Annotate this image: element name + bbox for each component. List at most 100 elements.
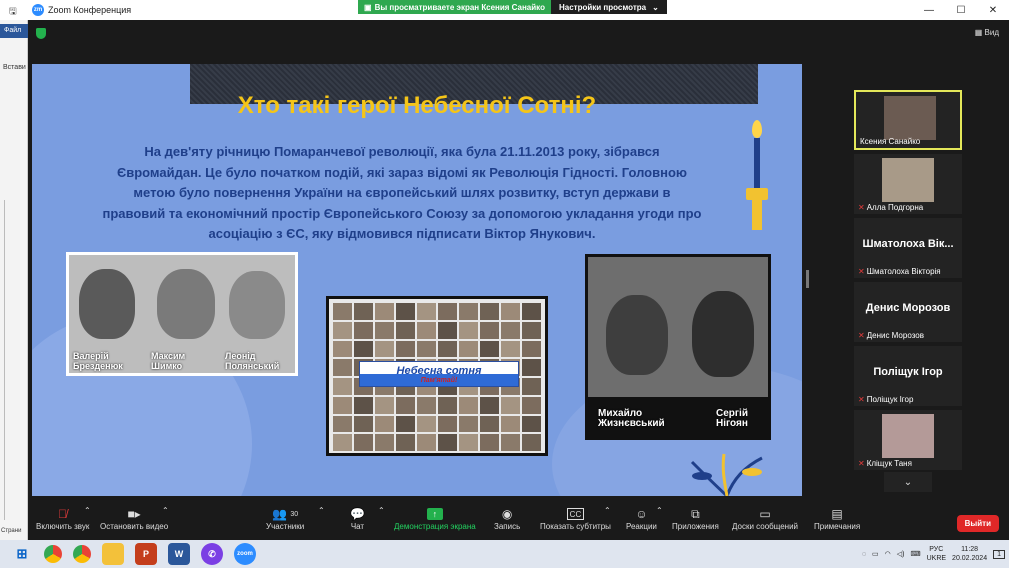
participant-tile[interactable]: Ксения Санайко [854, 90, 962, 150]
minimize-button[interactable]: — [913, 0, 945, 20]
collage-thumbnail [354, 303, 373, 320]
maximize-button[interactable]: ☐ [945, 0, 977, 20]
stop-video-button[interactable]: ■▸ Остановить видео [100, 506, 168, 531]
wifi-icon[interactable]: ◠ [885, 550, 891, 558]
powerpoint-icon[interactable]: P [135, 543, 157, 565]
candle-illustration [744, 120, 770, 230]
leave-button[interactable]: Выйти [956, 515, 999, 532]
collage-thumbnail [354, 434, 373, 451]
slide-paragraph: На дев'яту річницю Помаранчевої революці… [102, 144, 702, 241]
participant-tile[interactable]: Поліщук Ігор ✕ Поліщук Ігор [854, 346, 962, 406]
participant-tile[interactable]: Денис Морозов ✕ Денис Морозов [854, 282, 962, 342]
window-title: Zoom Конференция [48, 5, 132, 15]
collage-thumbnail [396, 396, 415, 414]
collage-thumbnail [396, 303, 415, 320]
language-indicator[interactable]: РУС UKRE [927, 545, 946, 563]
captions-button[interactable]: CC Показать субтитры [540, 506, 611, 531]
share-banner: ▣ Вы просматриваете экран Ксения Санайко… [358, 0, 667, 14]
chat-icon: 💬 [350, 507, 365, 521]
collage-thumbnail [522, 415, 541, 433]
record-icon: ◉ [501, 507, 513, 521]
audio-options-caret[interactable]: ⌃ [84, 506, 91, 515]
record-button[interactable]: ◉ Запись [494, 506, 520, 531]
participant-name: Алла Подгорна [866, 203, 924, 212]
muted-mic-icon: ✕ [858, 267, 865, 276]
collage-thumbnail [522, 378, 541, 395]
collage-thumbnail [417, 321, 436, 339]
reactions-options-caret[interactable]: ⌃ [656, 506, 663, 515]
language-top: РУС [929, 546, 944, 553]
view-options-button[interactable]: Настройки просмотра ⌄ [550, 0, 667, 14]
collage-thumbnail [501, 396, 520, 414]
collage-thumbnail [522, 359, 541, 376]
keyboard-icon[interactable]: ⌨ [910, 550, 920, 558]
apps-icon: ⧉ [691, 506, 700, 521]
chevron-down-icon: ⌄ [652, 2, 659, 12]
collage-thumbnail [438, 303, 457, 320]
slide-heading: Хто такі герої Небесної Сотні? [237, 92, 597, 119]
participants-options-caret[interactable]: ⌃ [318, 506, 325, 515]
participant-video [882, 414, 934, 458]
word-file-tab[interactable]: Файл [0, 24, 28, 38]
share-screen-button[interactable]: ↑ Демонстрация экрана [394, 506, 476, 531]
system-tray: ◌ ▭ ◠ ◁) ⌨ РУС UKRE 11:28 20.02.2024 1 [862, 540, 1005, 568]
word-paste-button[interactable]: Встави [3, 64, 26, 71]
network-icon[interactable]: ◌ [862, 551, 866, 558]
hero-name-last: Жизнєвський [598, 418, 665, 429]
word-icon[interactable]: W [168, 543, 190, 565]
collage-thumbnail [333, 415, 352, 433]
viber-icon[interactable]: ✆ [201, 543, 223, 565]
participants-button[interactable]: 👥 30 Участники [266, 506, 304, 531]
collage-thumbnail [417, 415, 436, 433]
collage-thumbnail [375, 321, 394, 339]
captions-options-caret[interactable]: ⌃ [604, 506, 611, 515]
notes-button[interactable]: ▤ Примечания [814, 506, 860, 531]
chrome-icon[interactable] [73, 545, 91, 563]
chrome-icon[interactable] [44, 545, 62, 563]
hero-name-first: Максим [151, 351, 186, 361]
collage-thumbnail [522, 396, 541, 414]
battery-icon[interactable]: ▭ [872, 550, 879, 558]
participant-name: Кліщук Таня [866, 459, 912, 468]
collage-thumbnail [438, 340, 457, 358]
heavenly-hundred-banner: Небесна сотня Пам'ятай! [359, 361, 519, 387]
collage-thumbnail [501, 321, 520, 339]
collage-thumbnail [459, 321, 478, 339]
chat-options-caret[interactable]: ⌃ [378, 506, 385, 515]
save-icon[interactable]: 🖫 [9, 4, 17, 20]
unmute-button[interactable]: 🎙̸ Включить звук [36, 506, 89, 531]
view-button[interactable]: ▦ Вид [975, 28, 999, 37]
participant-tile[interactable]: ✕ Кліщук Таня [854, 410, 962, 470]
notifications-count: 1 [997, 550, 1001, 558]
participant-tile[interactable]: ✕ Алла Подгорна [854, 154, 962, 214]
close-button[interactable]: ✕ [977, 0, 1009, 20]
collage-thumbnail [459, 415, 478, 433]
notifications-icon[interactable]: 1 [993, 549, 1005, 559]
meeting-toolbar: 🎙̸ Включить звук ⌃ ■▸ Остановить видео ⌃… [28, 500, 1009, 540]
collage-thumbnail [417, 303, 436, 320]
collage-thumbnail [396, 415, 415, 433]
whiteboards-button[interactable]: ▭ Доски сообщений [732, 506, 798, 531]
chat-button[interactable]: 💬 Чат [350, 506, 365, 531]
collage-thumbnail [375, 434, 394, 451]
collage-thumbnail [480, 340, 499, 358]
windows-start-icon[interactable]: ⊞ [11, 543, 33, 565]
apps-button[interactable]: ⧉ Приложения [672, 506, 719, 532]
video-options-caret[interactable]: ⌃ [162, 506, 169, 515]
notes-icon: ▤ [831, 507, 843, 521]
participant-tile[interactable]: Шматолоха Вік... ✕ Шматолоха Вікторія [854, 218, 962, 278]
reactions-label: Реакции [626, 522, 657, 531]
closed-captions-icon: CC [566, 508, 585, 520]
split-resize-handle[interactable] [806, 270, 809, 288]
security-shield-icon[interactable] [36, 28, 46, 39]
clock-date: 20.02.2024 [952, 555, 988, 562]
reactions-button[interactable]: ☺ Реакции [626, 506, 657, 531]
scroll-participants-down-button[interactable]: ⌄ [884, 472, 932, 492]
participant-name: Ксения Санайко [860, 137, 921, 146]
volume-icon[interactable]: ◁) [897, 550, 905, 558]
file-explorer-icon[interactable] [102, 543, 124, 565]
zoom-taskbar-icon[interactable]: zoom [234, 543, 256, 565]
collage-thumbnail [480, 303, 499, 320]
clock[interactable]: 11:28 20.02.2024 [952, 545, 987, 563]
collage-thumbnail [354, 396, 373, 414]
